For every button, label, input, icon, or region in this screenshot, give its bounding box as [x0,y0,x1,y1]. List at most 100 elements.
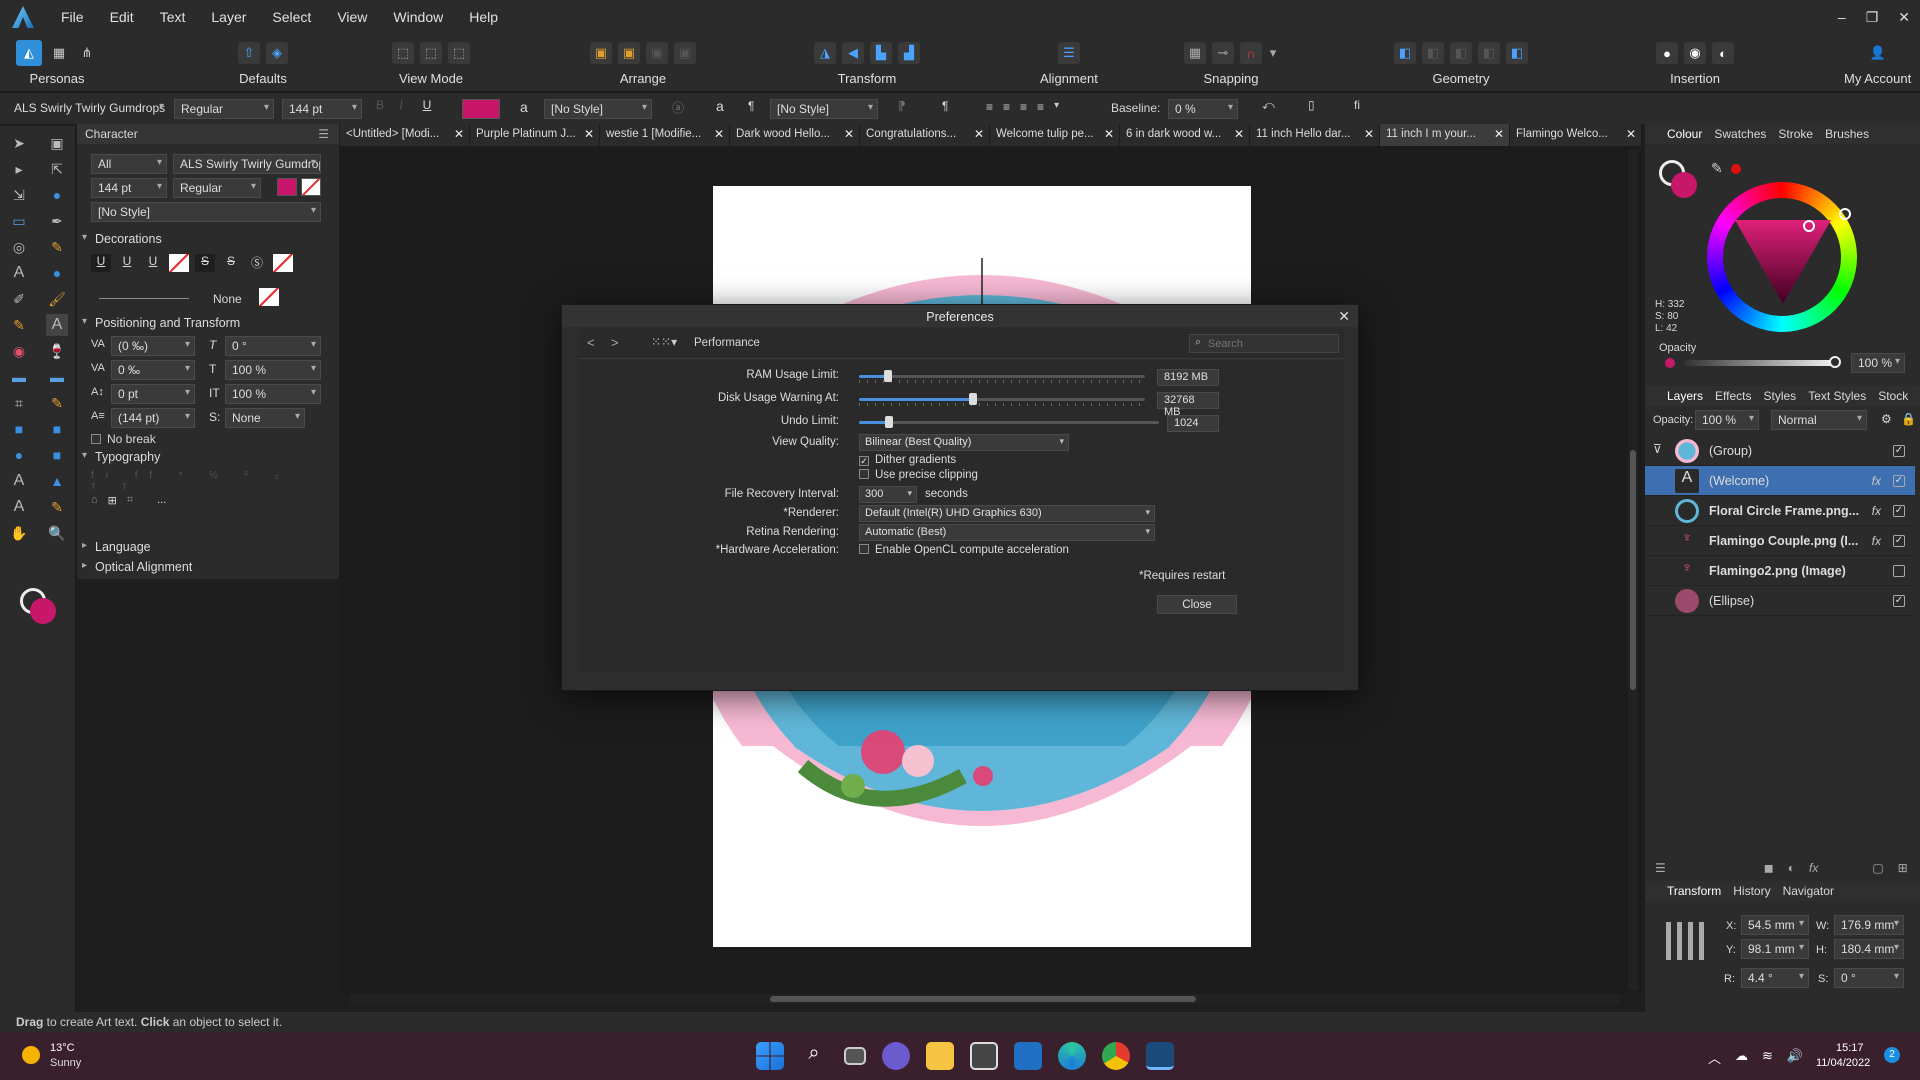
char-stroke-swatch[interactable] [301,178,321,196]
typo-btn-3[interactable]: ⌗ [127,494,133,512]
dither-checkbox[interactable]: ✓ Dither gradients [859,454,956,466]
char-size-select[interactable]: 144 pt [91,178,167,198]
volume-icon[interactable]: 🔊 [1787,1048,1803,1067]
font-family-select[interactable]: ALS Swirly Twirly Gumdrops [8,99,168,119]
eyedropper-icon[interactable]: ✎ [46,496,68,518]
y-field[interactable]: 98.1 mm [1741,939,1809,959]
layer-settings-icon[interactable]: ⚙ [1881,412,1892,426]
tab-effects[interactable]: Effects [1715,389,1751,403]
close-button[interactable]: Close [1157,595,1237,614]
doc-tab[interactable]: westie 1 [Modifie... ✕ [600,124,730,146]
rectangle-tool-icon[interactable]: ■ [8,418,30,440]
disk-slider[interactable] [859,392,1145,406]
para-style-select[interactable]: [No Style] [770,99,878,119]
horizontal-scroll-thumb[interactable] [770,996,1196,1002]
opencl-checkbox[interactable]: Enable OpenCL compute acceleration [859,544,1069,556]
designer-persona-icon[interactable]: ◭ [16,40,42,66]
shape-tool-icon[interactable]: ● [46,184,68,206]
arrange-forward-icon[interactable]: ▣ [646,42,668,64]
shear-field[interactable]: 0 ° [1834,968,1904,988]
layer-row[interactable]: ♆ Flamingo2.png (Image) [1645,556,1915,586]
layer-row[interactable]: (Ellipse) ✓ [1645,586,1915,616]
underline-color-swatch[interactable] [169,254,189,272]
tab-colour[interactable]: Colour [1667,127,1702,141]
glyph-icon[interactable]: fi [1354,98,1360,112]
close-tab-icon[interactable]: ✕ [1104,127,1114,141]
corner-tool-icon[interactable]: ⇲ [8,184,30,206]
add-layer-icon[interactable]: ▢ [1872,861,1883,875]
brush-tool-icon[interactable]: ✐ [8,288,30,310]
close-tab-icon[interactable]: ✕ [1364,127,1374,141]
italic-button[interactable]: I [399,98,418,118]
file-explorer-icon[interactable] [926,1042,954,1070]
layer-visibility-checkbox[interactable]: ✓ [1893,534,1905,547]
revert-defaults-icon[interactable]: ◈ [266,42,288,64]
crop-tool-icon[interactable]: ⌗ [8,392,30,414]
colour-fill-stroke-swatch[interactable] [1659,160,1699,200]
menu-window[interactable]: Window [380,9,456,25]
weather-sun-icon[interactable] [22,1046,40,1064]
layer-fx-icon[interactable]: fx [1809,861,1818,875]
geometry-divide-icon[interactable]: ◧ [1506,42,1528,64]
tray-chevron-icon[interactable]: ︿ [1708,1048,1721,1067]
menu-text[interactable]: Text [147,9,199,25]
layer-row-selected[interactable]: A (Welcome) fx ✓ [1645,466,1915,496]
fx-icon[interactable]: fx [1872,534,1881,548]
language-header[interactable]: Language [82,540,151,554]
strike-custom-button[interactable]: Ⓢ [247,254,267,272]
task-view-icon[interactable] [844,1047,866,1065]
horizontal-scrollbar[interactable] [350,994,1620,1004]
rotation-field[interactable]: 4.4 ° [1741,968,1809,988]
text-frame-icon[interactable]: ▯ [1308,98,1315,112]
opacity-slider[interactable] [1685,360,1831,366]
para-icon-2[interactable]: ¶ [942,99,948,113]
retina-select[interactable]: Automatic (Best) [859,524,1155,541]
clipping-checkbox[interactable]: Use precise clipping [859,469,978,481]
rotate-left-icon[interactable]: ▙ [870,42,892,64]
triangle-handle[interactable] [1803,220,1815,232]
layer-row[interactable]: Floral Circle Frame.png... fx ✓ [1645,496,1915,526]
tab-stroke[interactable]: Stroke [1778,127,1813,141]
align-left-icon[interactable]: ≡ [986,100,993,114]
vertical-scrollbar[interactable] [1628,150,1638,990]
strike-double-button[interactable]: S [221,254,241,272]
underline-button[interactable]: U [423,98,442,118]
tab-styles[interactable]: Styles [1764,389,1797,403]
insert-inside-icon[interactable]: ◐ [1712,42,1734,64]
doc-tab[interactable]: Dark wood Hello... ✕ [730,124,860,146]
doc-tab[interactable]: 11 inch Hello dar... ✕ [1250,124,1380,146]
decoration-color-swatch[interactable] [259,288,279,306]
mask-icon[interactable]: ◼ [1764,861,1774,875]
close-tab-icon[interactable]: ✕ [1494,127,1504,141]
view-mode-icon-1[interactable]: ⬚ [392,42,414,64]
hand-tool-icon[interactable]: ✋ [8,522,30,544]
move-tool-icon[interactable]: ➤ [8,132,30,154]
close-tab-icon[interactable]: ✕ [584,127,594,141]
superscript-icon[interactable]: ⓐ [672,99,684,116]
align-dropdown-icon[interactable]: ▾ [1054,100,1059,114]
fx-icon[interactable]: fx [1872,504,1881,518]
justify-icon[interactable]: ≡ [1037,100,1044,114]
grid-view-icon[interactable]: ⁙⁙▾ [651,335,677,349]
typography-buttons[interactable]: fi ff ⁿ ½ ² ₂ ᴛ ᴛ [91,470,321,492]
layer-visibility-checkbox[interactable]: ✓ [1893,504,1905,517]
pixel-tool-icon[interactable]: ✎ [8,314,30,336]
close-window-icon[interactable]: ✕ [1898,9,1910,26]
fill-stroke-swatch[interactable] [20,588,56,624]
close-tab-icon[interactable]: ✕ [1626,127,1636,141]
tab-text-styles[interactable]: Text Styles [1808,389,1866,403]
mail-icon[interactable] [1014,1042,1042,1070]
tab-brushes[interactable]: Brushes [1825,127,1869,141]
text-path-icon[interactable]: A [8,496,30,518]
ram-slider[interactable] [859,369,1145,383]
flip-horizontal-icon[interactable]: ◮ [814,42,836,64]
geometry-add-icon[interactable]: ◧ [1394,42,1416,64]
kerning-field[interactable]: 0 ‰ [111,360,195,380]
art-text-2-icon[interactable]: A [8,470,30,492]
leading-field[interactable]: (144 pt) [111,408,195,428]
dialog-close-icon[interactable]: ✕ [1338,308,1350,325]
restore-icon[interactable]: ❐ [1866,9,1879,26]
vertical-scroll-thumb[interactable] [1630,450,1636,690]
view-mode-icon-2[interactable]: ⬚ [420,42,442,64]
pen-tool-icon[interactable]: ✒ [46,210,68,232]
